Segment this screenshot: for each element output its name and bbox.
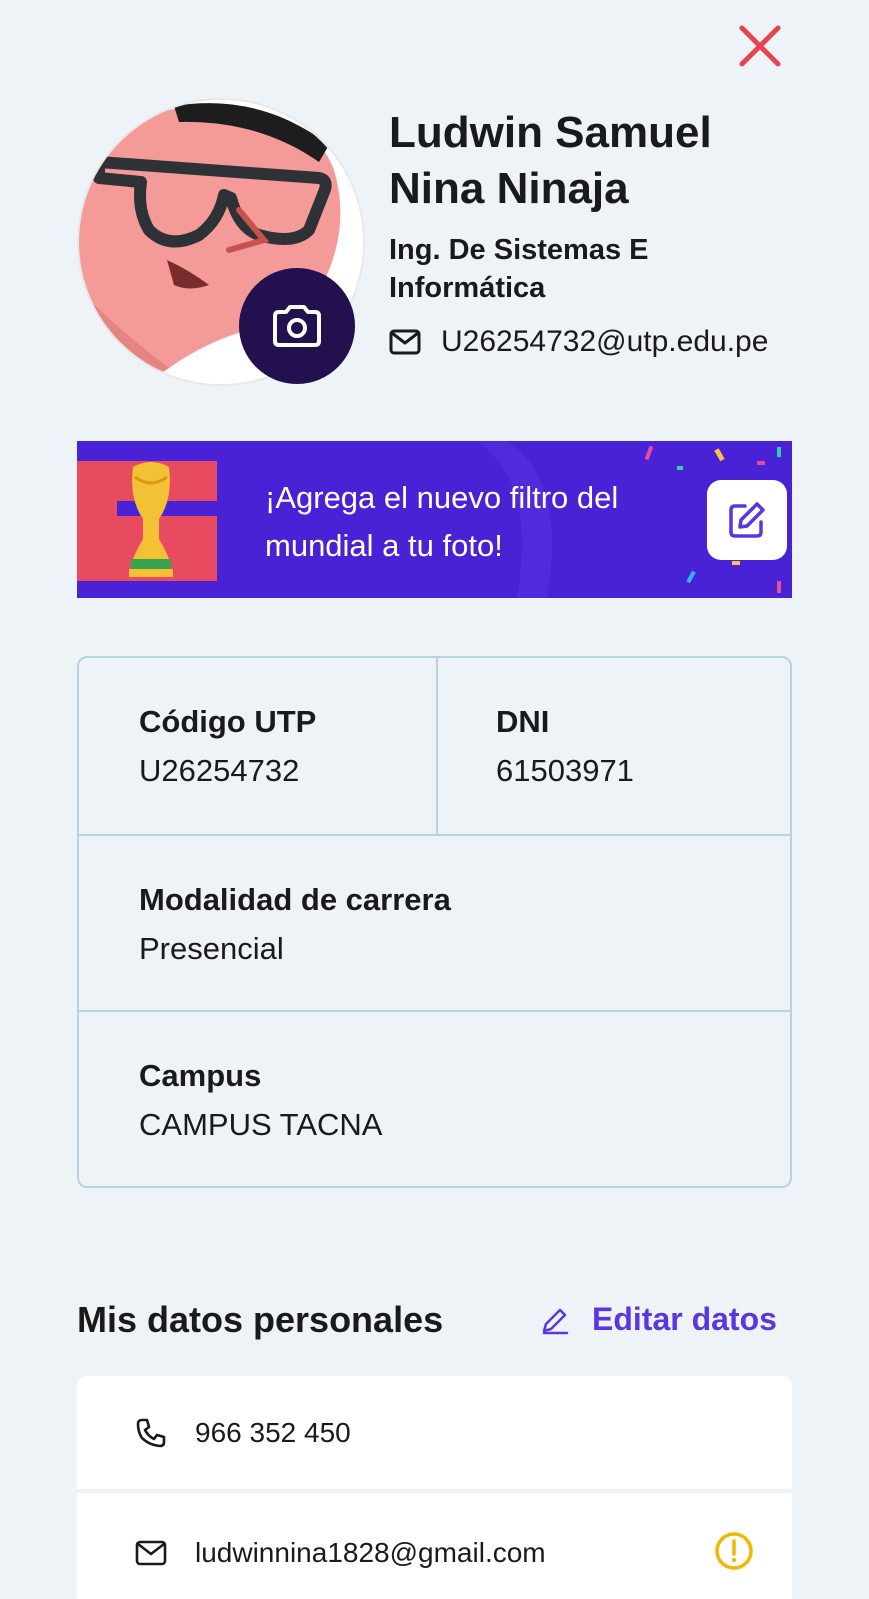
codigo-utp-label: Código UTP [139, 704, 317, 739]
divider [79, 834, 790, 836]
codigo-utp-value: U26254732 [139, 753, 300, 788]
banner-text-line2: mundial a tu foto! [265, 528, 503, 563]
divider [79, 1010, 790, 1012]
pencil-icon [542, 1308, 569, 1334]
mail-icon [389, 329, 421, 355]
change-photo-button[interactable] [239, 268, 355, 384]
dni-value: 61503971 [496, 753, 634, 788]
close-button[interactable] [736, 22, 784, 70]
profile-career-line1: Ing. De Sistemas E [389, 234, 649, 266]
profile-name-line1: Ludwin Samuel [389, 108, 712, 157]
modalidad-label: Modalidad de carrera [139, 882, 451, 917]
phone-icon [136, 1418, 166, 1447]
dni-cell: DNI 61503971 [436, 702, 634, 791]
profile-career-line2: Informática [389, 272, 546, 304]
avatar-container [77, 98, 365, 386]
mail-icon [135, 1540, 167, 1566]
edit-icon [729, 502, 765, 538]
close-icon [739, 25, 781, 67]
phone-row: 966 352 450 [77, 1376, 792, 1489]
profile-email: U26254732@utp.edu.pe [441, 325, 769, 358]
codigo-utp-cell: Código UTP U26254732 [79, 702, 316, 791]
edit-data-button[interactable]: Editar datos [540, 1301, 777, 1338]
profile-name: Ludwin Samuel Nina Ninaja [389, 105, 859, 217]
personal-email: ludwinnina1828@gmail.com [195, 1537, 546, 1568]
banner-text: ¡Agrega el nuevo filtro del mundial a tu… [265, 474, 705, 570]
personal-data-title: Mis datos personales [77, 1299, 444, 1340]
trophy-icon [129, 462, 173, 577]
campus-label: Campus [139, 1058, 262, 1093]
campus-value: CAMPUS TACNA [139, 1107, 383, 1142]
personal-email-row: ludwinnina1828@gmail.com [77, 1493, 792, 1599]
campus-cell: Campus CAMPUS TACNA [79, 1056, 382, 1145]
profile-email-row: U26254732@utp.edu.pe [389, 325, 859, 359]
profile-name-line2: Nina Ninaja [389, 164, 629, 213]
camera-icon [273, 305, 321, 347]
profile-info: Ludwin Samuel Nina Ninaja Ing. De Sistem… [389, 105, 859, 359]
modalidad-cell: Modalidad de carrera Presencial [79, 880, 451, 969]
profile-career: Ing. De Sistemas E Informática [389, 231, 859, 307]
banner-edit-button[interactable] [707, 480, 787, 560]
student-info-card: Código UTP U26254732 DNI 61503971 Modali… [77, 656, 792, 1188]
warning-icon[interactable] [714, 1531, 754, 1571]
banner-text-line1: ¡Agrega el nuevo filtro del [265, 480, 619, 515]
modalidad-value: Presencial [139, 931, 284, 966]
edit-data-label: Editar datos [592, 1301, 777, 1337]
phone-number: 966 352 450 [195, 1416, 351, 1448]
world-cup-filter-banner[interactable]: ¡Agrega el nuevo filtro del mundial a tu… [77, 441, 792, 598]
dni-label: DNI [496, 704, 550, 739]
